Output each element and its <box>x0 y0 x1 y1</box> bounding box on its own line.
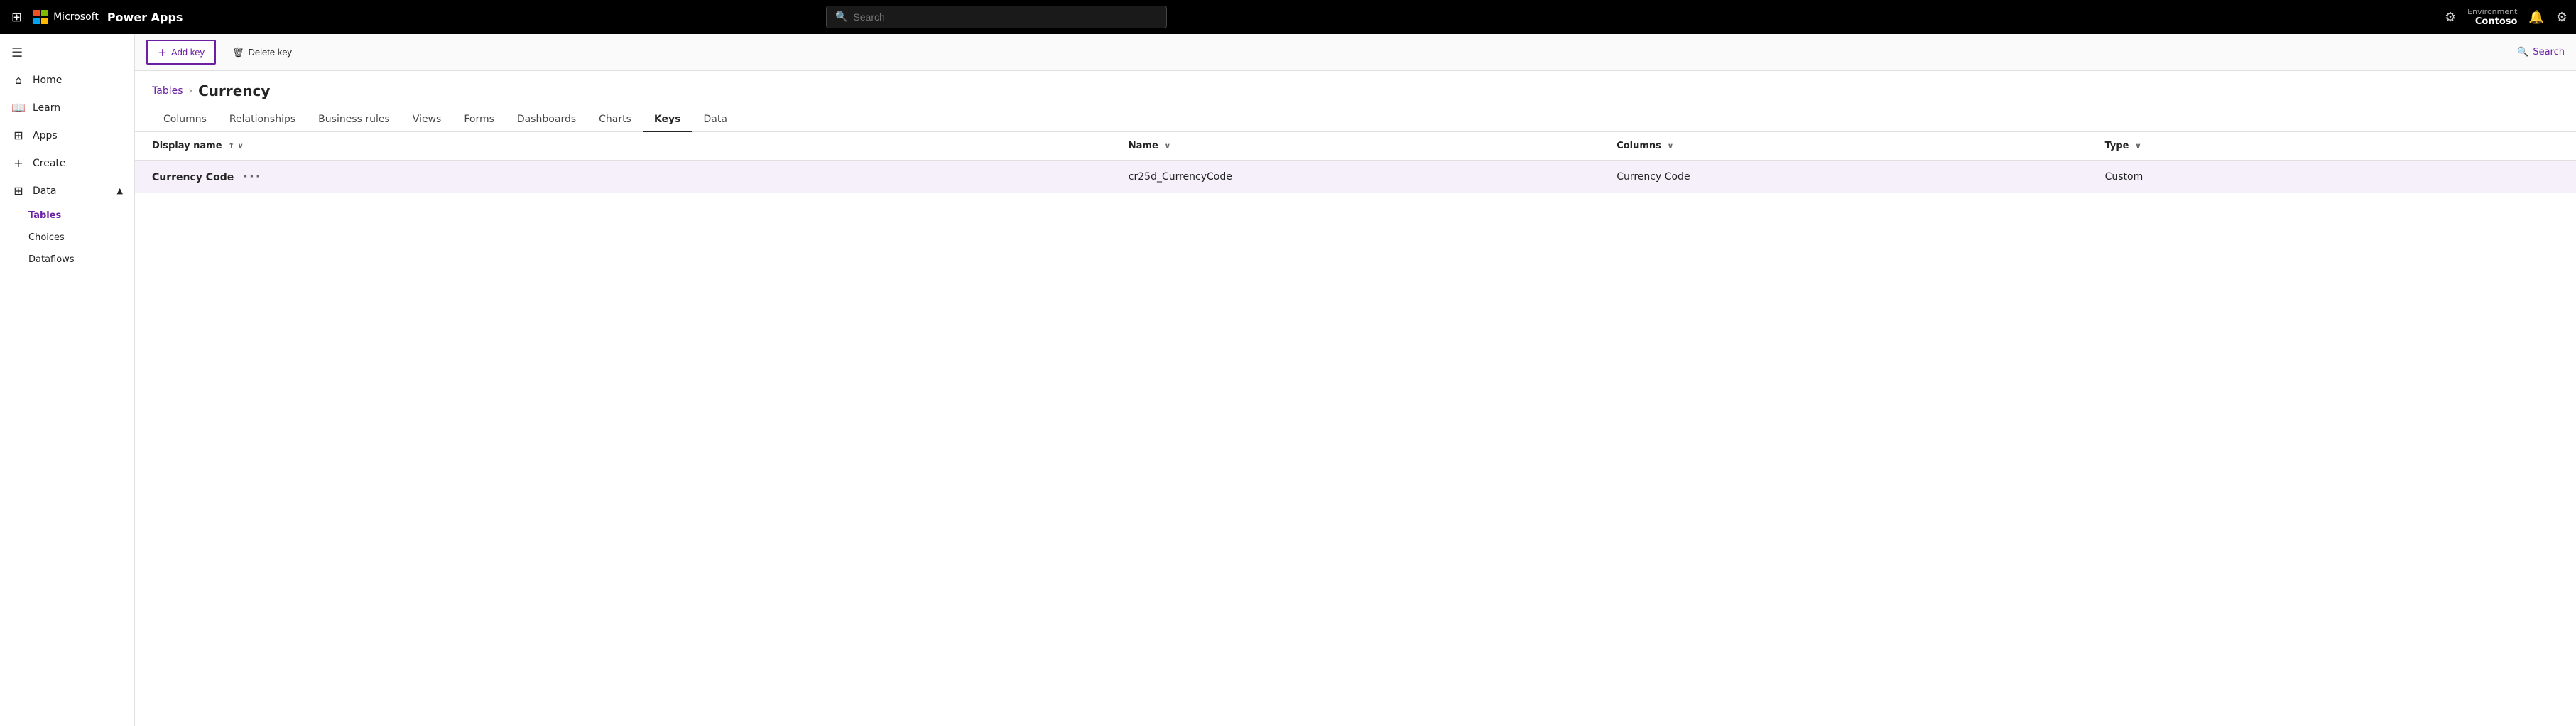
environment-info: Environment Contoso <box>2467 7 2517 28</box>
search-icon: 🔍 <box>2517 47 2528 58</box>
toolbar: ＋ Add key 🗑 Delete key 🔍 Search <box>135 34 2576 71</box>
sidebar-item-learn[interactable]: 📖 Learn <box>0 94 134 121</box>
microsoft-label: Microsoft <box>53 11 99 23</box>
sidebar-choices-label: Choices <box>28 232 65 243</box>
table-row[interactable]: Currency Code ··· cr25d_CurrencyCode Cur… <box>135 161 2576 193</box>
environment-label: Environment <box>2467 7 2517 16</box>
sidebar-item-home[interactable]: ⌂ Home <box>0 66 134 94</box>
tab-columns[interactable]: Columns <box>152 108 218 132</box>
name-filter-icon: ∨ <box>1164 141 1170 151</box>
app-name: Power Apps <box>107 11 183 24</box>
sidebar-item-data[interactable]: ⊞ Data ▲ <box>0 177 134 205</box>
sidebar-item-data-label: Data <box>33 185 56 197</box>
sidebar-item-home-label: Home <box>33 75 62 86</box>
col-header-name[interactable]: Name ∨ <box>1112 132 1599 161</box>
add-key-label: Add key <box>171 47 205 58</box>
sidebar-dataflows-label: Dataflows <box>28 254 75 265</box>
sidebar-item-learn-label: Learn <box>33 102 60 114</box>
apps-icon: ⊞ <box>11 129 26 142</box>
breadcrumb: Tables › Currency <box>135 71 2576 99</box>
col-header-columns[interactable]: Columns ∨ <box>1599 132 2087 161</box>
table-area: Display name ↑ ∨ Name ∨ Columns ∨ Type <box>135 132 2576 726</box>
body: ☰ ⌂ Home 📖 Learn ⊞ Apps + Create ⊞ Data … <box>0 34 2576 726</box>
add-key-button[interactable]: ＋ Add key <box>146 40 216 65</box>
tab-keys[interactable]: Keys <box>643 108 692 132</box>
help-icon[interactable]: ⚙ <box>2445 10 2456 25</box>
sort-asc-icon: ↑ ∨ <box>228 141 244 151</box>
row-context-menu[interactable]: ··· <box>237 169 268 184</box>
tab-relationships[interactable]: Relationships <box>218 108 307 132</box>
toolbar-search[interactable]: 🔍 Search <box>2517 47 2565 58</box>
trash-icon: 🗑 <box>232 47 244 58</box>
breadcrumb-separator: › <box>189 85 193 97</box>
tab-business-rules[interactable]: Business rules <box>307 108 401 132</box>
tab-views[interactable]: Views <box>401 108 453 132</box>
topbar: ⊞ Microsoft Power Apps 🔍 ⚙ Environment C… <box>0 0 2576 34</box>
sidebar-item-apps[interactable]: ⊞ Apps <box>0 121 134 149</box>
sidebar-item-create-label: Create <box>33 158 66 169</box>
breadcrumb-current: Currency <box>198 82 270 99</box>
search-input[interactable] <box>853 11 1158 23</box>
keys-table: Display name ↑ ∨ Name ∨ Columns ∨ Type <box>135 132 2576 193</box>
col-header-type[interactable]: Type ∨ <box>2088 132 2576 161</box>
sidebar-item-create[interactable]: + Create <box>0 149 134 177</box>
topbar-right: ⚙ Environment Contoso 🔔 ⚙ <box>2445 7 2567 28</box>
tabs: Columns Relationships Business rules Vie… <box>135 99 2576 132</box>
logo: Microsoft <box>33 10 99 24</box>
learn-icon: 📖 <box>11 101 26 114</box>
columns-filter-icon: ∨ <box>1667 141 1673 151</box>
sidebar-item-apps-label: Apps <box>33 130 58 141</box>
search-icon: 🔍 <box>835 11 847 23</box>
notification-icon[interactable]: 🔔 <box>2528 10 2544 25</box>
cell-name: cr25d_CurrencyCode <box>1112 161 1599 193</box>
waffle-icon[interactable]: ⊞ <box>9 7 25 28</box>
sidebar: ☰ ⌂ Home 📖 Learn ⊞ Apps + Create ⊞ Data … <box>0 34 135 726</box>
tab-dashboards[interactable]: Dashboards <box>506 108 587 132</box>
cell-type: Custom <box>2088 161 2576 193</box>
data-icon: ⊞ <box>11 184 26 197</box>
cell-display-name: Currency Code ··· <box>135 161 1112 193</box>
create-icon: + <box>11 156 26 170</box>
plus-icon: ＋ <box>158 45 167 59</box>
delete-key-button[interactable]: 🗑 Delete key <box>222 42 303 63</box>
sidebar-item-dataflows[interactable]: Dataflows <box>0 249 134 271</box>
microsoft-logo <box>33 10 48 24</box>
tab-forms[interactable]: Forms <box>452 108 506 132</box>
delete-key-label: Delete key <box>249 47 292 58</box>
home-icon: ⌂ <box>11 73 26 87</box>
main-content: ＋ Add key 🗑 Delete key 🔍 Search Tables ›… <box>135 34 2576 726</box>
type-filter-icon: ∨ <box>2135 141 2141 151</box>
search-label: Search <box>2533 47 2565 58</box>
sidebar-tables-label: Tables <box>28 210 61 221</box>
environment-name: Contoso <box>2475 16 2518 28</box>
global-search[interactable]: 🔍 <box>826 6 1167 28</box>
tab-charts[interactable]: Charts <box>587 108 643 132</box>
sidebar-item-tables[interactable]: Tables <box>0 205 134 227</box>
cell-columns: Currency Code <box>1599 161 2087 193</box>
sidebar-item-choices[interactable]: Choices <box>0 227 134 249</box>
col-header-display-name[interactable]: Display name ↑ ∨ <box>135 132 1112 161</box>
tab-data[interactable]: Data <box>692 108 738 132</box>
settings-icon[interactable]: ⚙ <box>2556 10 2567 25</box>
breadcrumb-parent[interactable]: Tables <box>152 85 183 97</box>
sidebar-toggle[interactable]: ☰ <box>0 40 134 66</box>
chevron-up-icon: ▲ <box>117 186 123 195</box>
